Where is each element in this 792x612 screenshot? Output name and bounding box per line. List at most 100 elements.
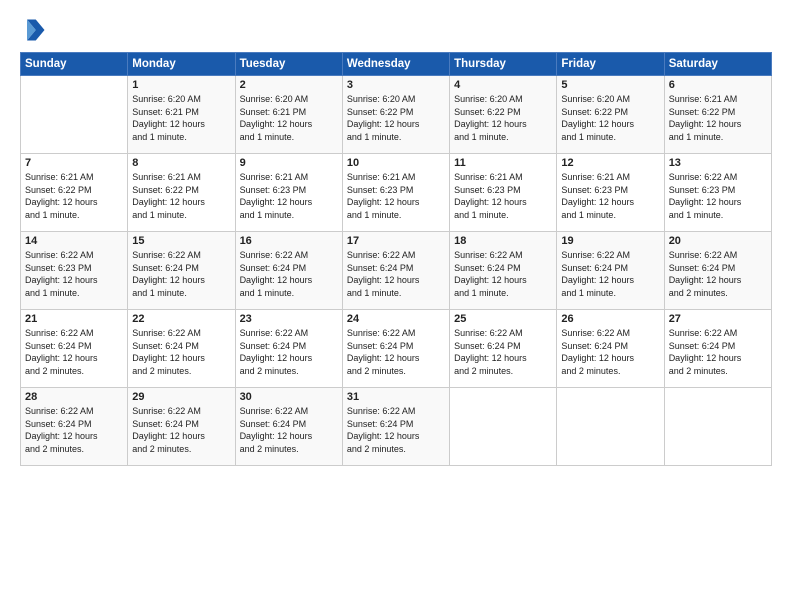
day-number: 13 <box>669 157 767 169</box>
page: SundayMondayTuesdayWednesdayThursdayFrid… <box>0 0 792 612</box>
day-info: Sunrise: 6:22 AM Sunset: 6:24 PM Dayligh… <box>132 405 230 455</box>
day-info: Sunrise: 6:22 AM Sunset: 6:24 PM Dayligh… <box>347 327 445 377</box>
day-number: 28 <box>25 391 123 403</box>
day-number: 29 <box>132 391 230 403</box>
calendar-cell: 18 Sunrise: 6:22 AM Sunset: 6:24 PM Dayli… <box>450 232 557 310</box>
calendar-cell: 15 Sunrise: 6:22 AM Sunset: 6:24 PM Dayli… <box>128 232 235 310</box>
calendar-cell <box>557 388 664 466</box>
calendar-cell <box>450 388 557 466</box>
calendar-cell: 20 Sunrise: 6:22 AM Sunset: 6:24 PM Dayli… <box>664 232 771 310</box>
day-of-week-header: Thursday <box>450 53 557 76</box>
calendar-cell: 30 Sunrise: 6:22 AM Sunset: 6:24 PM Dayli… <box>235 388 342 466</box>
day-number: 5 <box>561 79 659 91</box>
calendar-week-row: 28 Sunrise: 6:22 AM Sunset: 6:24 PM Dayli… <box>21 388 772 466</box>
day-number: 26 <box>561 313 659 325</box>
day-number: 12 <box>561 157 659 169</box>
calendar-table: SundayMondayTuesdayWednesdayThursdayFrid… <box>20 52 772 466</box>
day-number: 10 <box>347 157 445 169</box>
calendar-cell: 24Sunrise: 6:22 AM Sunset: 6:24 PM Dayli… <box>342 310 449 388</box>
calendar-cell: 17 Sunrise: 6:22 AM Sunset: 6:24 PM Dayli… <box>342 232 449 310</box>
day-info: Sunrise: 6:21 AM Sunset: 6:22 PM Dayligh… <box>132 171 230 221</box>
calendar-cell: 13 Sunrise: 6:22 AM Sunset: 6:23 PM Dayli… <box>664 154 771 232</box>
day-info: Sunrise: 6:22 AM Sunset: 6:23 PM Dayligh… <box>25 249 123 299</box>
day-info: Sunrise: 6:20 AM Sunset: 6:22 PM Dayligh… <box>347 93 445 143</box>
calendar-cell: 11 Sunrise: 6:21 AM Sunset: 6:23 PM Dayli… <box>450 154 557 232</box>
calendar-cell: 1 Sunrise: 6:20 AM Sunset: 6:21 PM Daylig… <box>128 76 235 154</box>
calendar-cell: 29 Sunrise: 6:22 AM Sunset: 6:24 PM Dayli… <box>128 388 235 466</box>
day-info: Sunrise: 6:22 AM Sunset: 6:24 PM Dayligh… <box>347 405 445 455</box>
calendar-cell: 12 Sunrise: 6:21 AM Sunset: 6:23 PM Dayli… <box>557 154 664 232</box>
day-info: Sunrise: 6:22 AM Sunset: 6:24 PM Dayligh… <box>240 327 338 377</box>
day-info: Sunrise: 6:22 AM Sunset: 6:24 PM Dayligh… <box>132 249 230 299</box>
calendar-cell: 14 Sunrise: 6:22 AM Sunset: 6:23 PM Dayli… <box>21 232 128 310</box>
day-number: 14 <box>25 235 123 247</box>
day-number: 20 <box>669 235 767 247</box>
calendar-cell: 8 Sunrise: 6:21 AM Sunset: 6:22 PM Daylig… <box>128 154 235 232</box>
day-info: Sunrise: 6:21 AM Sunset: 6:22 PM Dayligh… <box>25 171 123 221</box>
calendar-cell <box>21 76 128 154</box>
day-of-week-header: Friday <box>557 53 664 76</box>
calendar-cell: 19 Sunrise: 6:22 AM Sunset: 6:24 PM Dayli… <box>557 232 664 310</box>
day-number: 6 <box>669 79 767 91</box>
day-number: 11 <box>454 157 552 169</box>
day-info: Sunrise: 6:22 AM Sunset: 6:24 PM Dayligh… <box>454 249 552 299</box>
day-info: Sunrise: 6:20 AM Sunset: 6:22 PM Dayligh… <box>561 93 659 143</box>
calendar-cell: 25 Sunrise: 6:22 AM Sunset: 6:24 PM Dayli… <box>450 310 557 388</box>
day-number: 1 <box>132 79 230 91</box>
day-info: Sunrise: 6:22 AM Sunset: 6:24 PM Dayligh… <box>25 327 123 377</box>
calendar-cell: 27 Sunrise: 6:22 AM Sunset: 6:24 PM Dayli… <box>664 310 771 388</box>
day-of-week-header: Sunday <box>21 53 128 76</box>
day-info: Sunrise: 6:22 AM Sunset: 6:24 PM Dayligh… <box>240 249 338 299</box>
day-info: Sunrise: 6:22 AM Sunset: 6:23 PM Dayligh… <box>669 171 767 221</box>
day-info: Sunrise: 6:22 AM Sunset: 6:24 PM Dayligh… <box>347 249 445 299</box>
day-number: 31 <box>347 391 445 403</box>
day-info: Sunrise: 6:21 AM Sunset: 6:23 PM Dayligh… <box>561 171 659 221</box>
logo-icon <box>20 16 48 44</box>
day-number: 30 <box>240 391 338 403</box>
calendar-cell: 21 Sunrise: 6:22 AM Sunset: 6:24 PM Dayli… <box>21 310 128 388</box>
calendar-cell: 2 Sunrise: 6:20 AM Sunset: 6:21 PM Daylig… <box>235 76 342 154</box>
day-number: 19 <box>561 235 659 247</box>
day-number: 17 <box>347 235 445 247</box>
calendar-cell: 3Sunrise: 6:20 AM Sunset: 6:22 PM Daylig… <box>342 76 449 154</box>
calendar-cell: 16 Sunrise: 6:22 AM Sunset: 6:24 PM Dayli… <box>235 232 342 310</box>
day-of-week-header: Saturday <box>664 53 771 76</box>
day-info: Sunrise: 6:22 AM Sunset: 6:24 PM Dayligh… <box>561 327 659 377</box>
calendar-cell: 31 Sunrise: 6:22 AM Sunset: 6:24 PM Dayli… <box>342 388 449 466</box>
day-info: Sunrise: 6:21 AM Sunset: 6:22 PM Dayligh… <box>669 93 767 143</box>
day-number: 22 <box>132 313 230 325</box>
calendar-week-row: 21 Sunrise: 6:22 AM Sunset: 6:24 PM Dayli… <box>21 310 772 388</box>
calendar-cell: 22 Sunrise: 6:22 AM Sunset: 6:24 PM Dayli… <box>128 310 235 388</box>
day-info: Sunrise: 6:20 AM Sunset: 6:21 PM Dayligh… <box>132 93 230 143</box>
day-number: 21 <box>25 313 123 325</box>
day-info: Sunrise: 6:22 AM Sunset: 6:24 PM Dayligh… <box>454 327 552 377</box>
day-number: 4 <box>454 79 552 91</box>
day-number: 8 <box>132 157 230 169</box>
day-info: Sunrise: 6:22 AM Sunset: 6:24 PM Dayligh… <box>669 249 767 299</box>
day-number: 16 <box>240 235 338 247</box>
day-info: Sunrise: 6:22 AM Sunset: 6:24 PM Dayligh… <box>25 405 123 455</box>
day-number: 7 <box>25 157 123 169</box>
day-number: 18 <box>454 235 552 247</box>
day-number: 9 <box>240 157 338 169</box>
header <box>20 16 772 44</box>
calendar-cell: 6 Sunrise: 6:21 AM Sunset: 6:22 PM Daylig… <box>664 76 771 154</box>
day-info: Sunrise: 6:22 AM Sunset: 6:24 PM Dayligh… <box>561 249 659 299</box>
day-info: Sunrise: 6:22 AM Sunset: 6:24 PM Dayligh… <box>669 327 767 377</box>
day-info: Sunrise: 6:21 AM Sunset: 6:23 PM Dayligh… <box>240 171 338 221</box>
calendar-cell: 10Sunrise: 6:21 AM Sunset: 6:23 PM Dayli… <box>342 154 449 232</box>
calendar-cell: 4Sunrise: 6:20 AM Sunset: 6:22 PM Daylig… <box>450 76 557 154</box>
day-number: 15 <box>132 235 230 247</box>
day-info: Sunrise: 6:22 AM Sunset: 6:24 PM Dayligh… <box>132 327 230 377</box>
day-number: 2 <box>240 79 338 91</box>
calendar-week-row: 14 Sunrise: 6:22 AM Sunset: 6:23 PM Dayli… <box>21 232 772 310</box>
day-of-week-header: Wednesday <box>342 53 449 76</box>
calendar-cell: 9 Sunrise: 6:21 AM Sunset: 6:23 PM Daylig… <box>235 154 342 232</box>
day-of-week-header: Tuesday <box>235 53 342 76</box>
day-info: Sunrise: 6:22 AM Sunset: 6:24 PM Dayligh… <box>240 405 338 455</box>
day-info: Sunrise: 6:21 AM Sunset: 6:23 PM Dayligh… <box>454 171 552 221</box>
day-number: 25 <box>454 313 552 325</box>
day-info: Sunrise: 6:20 AM Sunset: 6:21 PM Dayligh… <box>240 93 338 143</box>
day-number: 27 <box>669 313 767 325</box>
calendar-cell: 23Sunrise: 6:22 AM Sunset: 6:24 PM Dayli… <box>235 310 342 388</box>
